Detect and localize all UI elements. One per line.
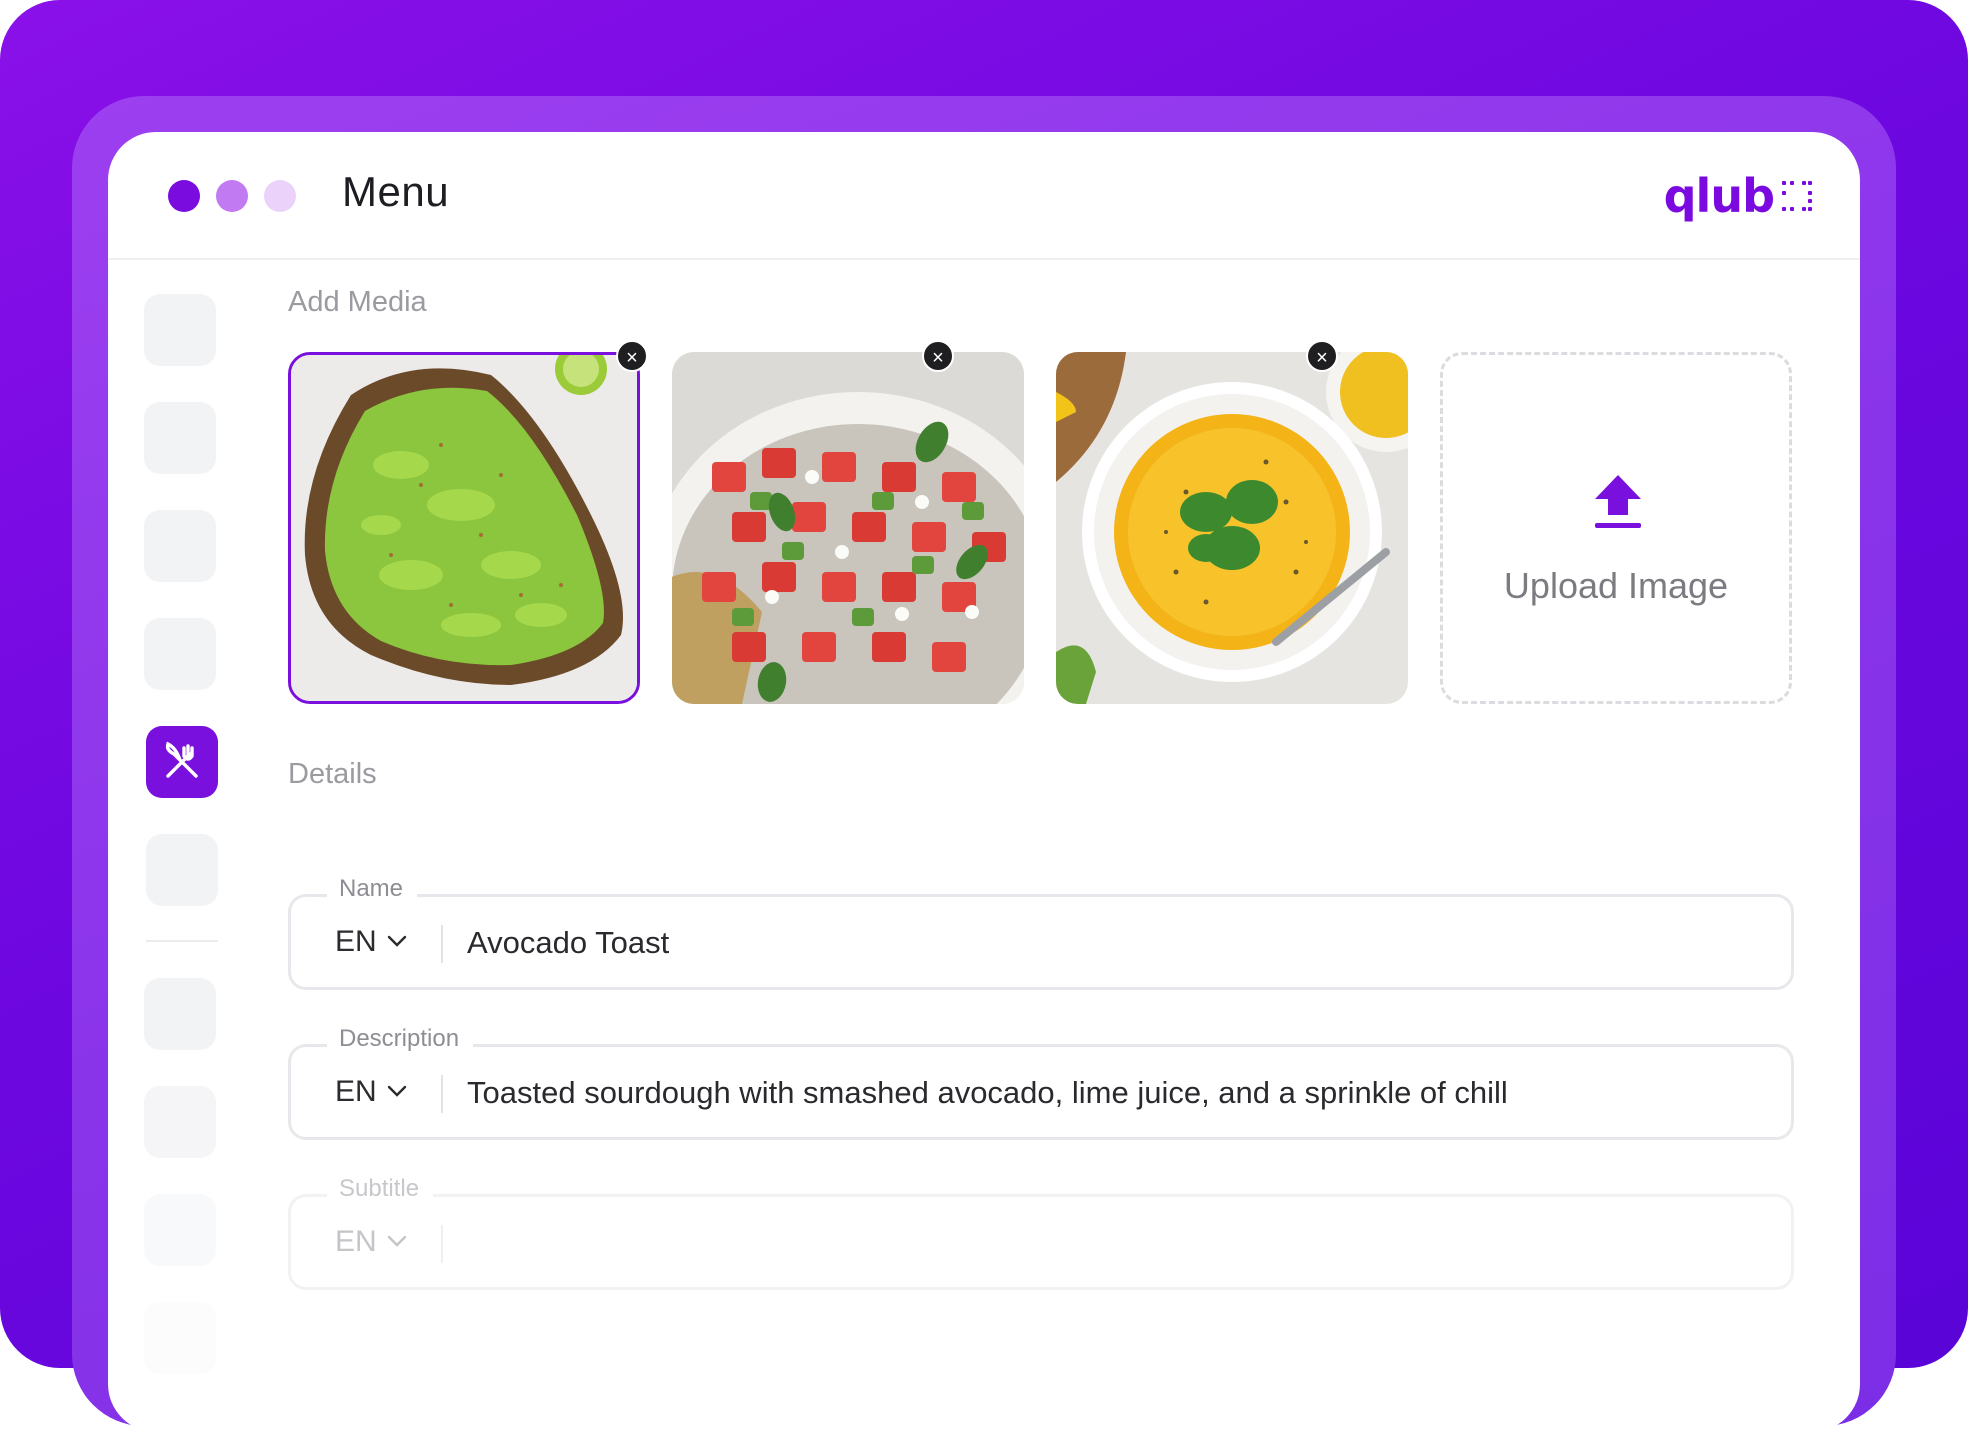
field-divider [441, 1225, 443, 1263]
media-image-yellow-soup[interactable] [1056, 352, 1408, 704]
sidebar-item-1[interactable] [144, 294, 216, 366]
sidebar-item-menu[interactable] [146, 726, 218, 798]
yellow-soup-photo [1056, 352, 1408, 704]
title-bar: Menu qlub [108, 132, 1860, 260]
brand-logo: qlub [1664, 168, 1812, 224]
page-title: Menu [342, 168, 450, 215]
sidebar-divider [146, 940, 218, 942]
sidebar-item-7[interactable] [144, 978, 216, 1050]
sidebar-item-3[interactable] [144, 510, 216, 582]
name-input[interactable]: Avocado Toast [467, 925, 1767, 961]
description-field[interactable]: Description EN Toasted sourdough with sm… [288, 1025, 1794, 1140]
subtitle-language-select[interactable]: EN [335, 1225, 377, 1259]
name-field-label: Name [327, 875, 418, 903]
subtitle-field-label: Subtitle [327, 1175, 434, 1203]
sidebar-item-10[interactable] [144, 1302, 216, 1374]
add-media-label: Add Media [288, 286, 427, 318]
brand-mark-icon [1782, 181, 1812, 211]
upload-icon [1595, 475, 1641, 528]
chevron-down-icon[interactable] [387, 1235, 407, 1247]
watermelon-salad-photo [672, 352, 1024, 704]
remove-image-3-button[interactable]: × [1306, 340, 1338, 372]
media-image-watermelon-salad[interactable] [672, 352, 1024, 704]
window-dot-tertiary [264, 180, 296, 212]
sidebar-item-4[interactable] [144, 618, 216, 690]
details-label: Details [288, 758, 377, 790]
sidebar-item-6[interactable] [146, 834, 218, 906]
app-window: Menu qlub Add Media × × × Upload Image D… [108, 132, 1860, 1432]
remove-image-2-button[interactable]: × [922, 340, 954, 372]
chevron-down-icon[interactable] [387, 1085, 407, 1097]
fork-knife-icon [165, 741, 198, 778]
media-image-avocado-toast[interactable] [288, 352, 640, 704]
upload-image-label: Upload Image [1503, 565, 1729, 606]
chevron-down-icon[interactable] [387, 935, 407, 947]
name-language-select[interactable]: EN [335, 925, 377, 959]
upload-image-button[interactable]: Upload Image [1440, 352, 1792, 704]
remove-image-1-button[interactable]: × [616, 340, 648, 372]
sidebar-item-9[interactable] [144, 1194, 216, 1266]
name-field[interactable]: Name EN Avocado Toast [288, 875, 1794, 990]
window-dot-primary [168, 180, 200, 212]
field-divider [441, 1075, 443, 1113]
description-language-select[interactable]: EN [335, 1075, 377, 1109]
brand-logo-text: qlub [1663, 169, 1775, 223]
sidebar-item-2[interactable] [144, 402, 216, 474]
subtitle-field[interactable]: Subtitle EN [288, 1175, 1794, 1290]
window-dot-secondary [216, 180, 248, 212]
field-divider [441, 925, 443, 963]
description-field-label: Description [327, 1025, 474, 1053]
description-input[interactable]: Toasted sourdough with smashed avocado, … [467, 1075, 1767, 1111]
sidebar-item-8[interactable] [144, 1086, 216, 1158]
avocado-toast-photo [291, 355, 637, 701]
